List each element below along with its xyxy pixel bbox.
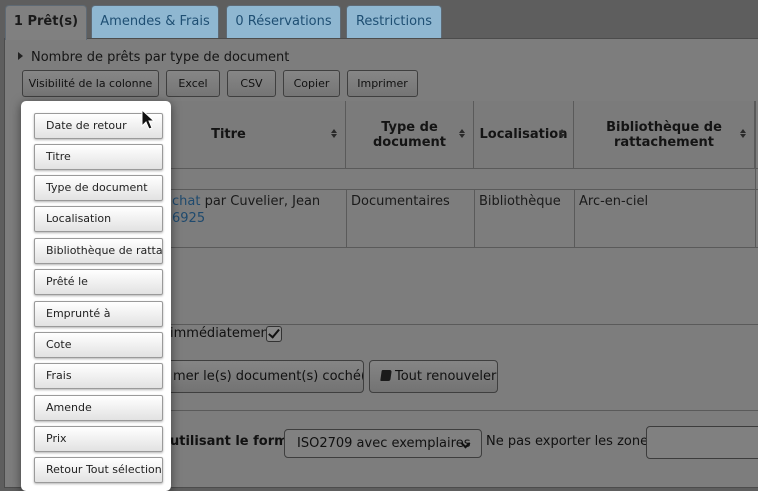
print-button[interactable]: Imprimer <box>347 70 418 97</box>
column-header-type[interactable]: Type de document <box>346 101 474 168</box>
column-toggle-type[interactable]: Type de document <box>34 175 163 201</box>
column-visibility-button[interactable]: Visibilité de la colonne <box>22 70 159 97</box>
excel-button[interactable]: Excel <box>166 70 220 97</box>
divider <box>574 189 575 247</box>
location-cell: Bibliothèque <box>479 194 561 209</box>
column-toggle-charges[interactable]: Frais <box>34 363 163 389</box>
loans-by-type-toggle[interactable]: Nombre de prêts par type de document <box>18 50 289 65</box>
column-header-location[interactable]: Localisation <box>474 101 574 168</box>
renew-immediately-label: immédiatement <box>170 326 274 341</box>
column-toggle-borrowed-from[interactable]: Emprunté à <box>34 301 163 327</box>
renew-immediately-checkbox[interactable] <box>266 326 282 342</box>
barcode-link[interactable]: 6925 <box>172 211 205 226</box>
tab-fines[interactable]: Amendes & Frais <box>91 5 219 38</box>
checkout-page: 1 Prêt(s) Amendes & Frais 0 Réservations… <box>0 0 758 491</box>
type-cell: Documentaires <box>351 194 450 209</box>
column-toggle-price[interactable]: Prix <box>34 426 163 452</box>
column-toggle-library[interactable]: Bibliothèque de rattachement <box>34 238 163 264</box>
copy-button[interactable]: Copier <box>283 70 340 97</box>
divider <box>346 189 347 247</box>
library-cell: Arc-en-ciel <box>579 194 649 209</box>
column-toggle-call-number[interactable]: Cote <box>34 332 163 358</box>
column-toggle-checkout-date[interactable]: Prêté le <box>34 269 163 295</box>
tab-restrictions[interactable]: Restrictions <box>346 5 442 38</box>
csv-button[interactable]: CSV <box>227 70 276 97</box>
exclude-fields-input[interactable] <box>646 426 758 459</box>
exclude-fields-label: Ne pas exporter les zones: <box>486 434 660 449</box>
title-link[interactable]: chat <box>172 194 200 209</box>
column-toggle-location[interactable]: Localisation <box>34 206 163 232</box>
column-visibility-menu: Date de retour Titre Type de document Lo… <box>21 101 171 491</box>
column-header-library[interactable]: Bibliothèque de rattachement <box>574 101 755 168</box>
tab-holds[interactable]: 0 Réservations <box>226 5 341 38</box>
mouse-cursor-icon <box>141 109 156 130</box>
column-toggle-return-select-all[interactable]: Retour Tout sélectionner <box>34 457 163 483</box>
book-icon <box>380 370 392 381</box>
sort-icon <box>459 129 465 138</box>
sort-icon <box>331 129 337 138</box>
divider <box>474 189 475 247</box>
column-toggle-title[interactable]: Titre <box>34 144 163 170</box>
sort-icon <box>559 129 565 138</box>
sort-icon <box>740 129 746 138</box>
divider <box>755 101 756 247</box>
expand-triangle-icon <box>18 52 23 60</box>
export-format-select[interactable]: ISO2709 avec exemplaires <box>284 429 482 458</box>
tab-loans[interactable]: 1 Prêt(s) <box>5 5 87 40</box>
title-cell: chat par Cuvelier, Jean 6925 <box>172 194 321 226</box>
column-toggle-fine[interactable]: Amende <box>34 395 163 421</box>
renew-all-button[interactable]: Tout renouveler <box>369 360 498 393</box>
